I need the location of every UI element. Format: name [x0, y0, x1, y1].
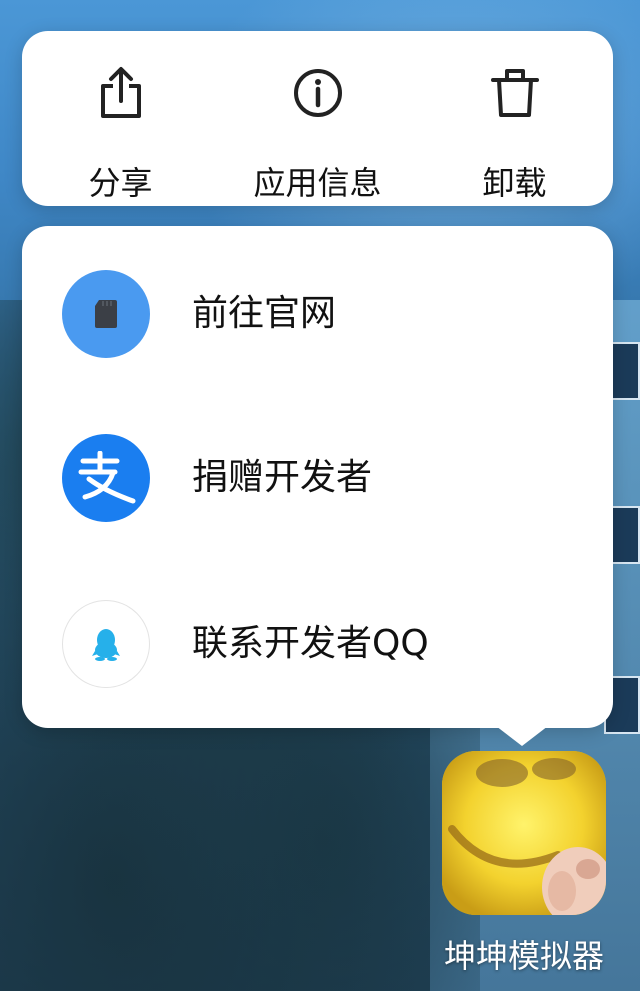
app-info-button[interactable]: 应用信息 — [219, 31, 416, 206]
shortcut-menu: 前往官网 捐赠开发者 联系开发者QQ — [22, 226, 613, 728]
sd-card-icon — [62, 270, 150, 358]
share-label: 分享 — [88, 164, 153, 202]
share-button[interactable]: 分享 — [22, 31, 219, 206]
uninstall-label: 卸载 — [482, 164, 547, 202]
menu-item-contact-qq-label: 联系开发者QQ — [192, 623, 429, 664]
quick-actions-card: 分享 应用信息 卸载 — [22, 31, 613, 206]
app-info-label: 应用信息 — [253, 164, 382, 202]
qq-penguin-icon — [62, 600, 150, 688]
info-icon — [288, 63, 348, 123]
menu-pointer — [496, 726, 548, 746]
menu-item-website[interactable]: 前往官网 — [22, 254, 613, 374]
menu-item-donate-label: 捐赠开发者 — [192, 457, 373, 498]
menu-item-donate[interactable]: 捐赠开发者 — [22, 418, 613, 538]
menu-item-contact-qq[interactable]: 联系开发者QQ — [22, 584, 613, 704]
app-name-label: 坤坤模拟器 — [443, 937, 604, 975]
trash-icon — [485, 63, 545, 123]
share-icon — [91, 63, 151, 123]
alipay-icon — [62, 434, 150, 522]
app-icon-smiley — [442, 751, 606, 915]
menu-item-website-label: 前往官网 — [192, 293, 337, 334]
uninstall-button[interactable]: 卸载 — [416, 31, 613, 206]
app-icon[interactable] — [442, 751, 606, 915]
